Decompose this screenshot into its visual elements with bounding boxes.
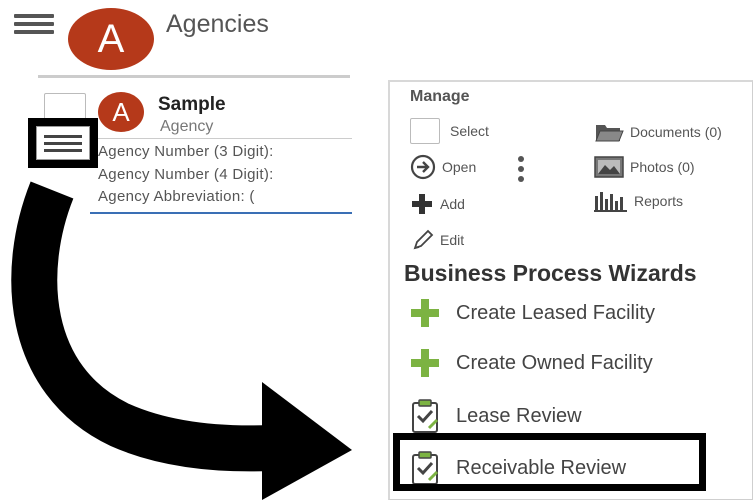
add-label: Add	[440, 196, 465, 212]
manage-heading: Manage	[410, 88, 470, 105]
photo-icon	[594, 156, 624, 178]
wizard-label: Create Leased Facility	[456, 301, 655, 324]
wizard-create-owned-facility[interactable]: Create Owned Facility	[410, 348, 653, 378]
wizards-heading: Business Process Wizards	[404, 260, 697, 286]
avatar: A	[68, 8, 154, 70]
arrow-circle-right-icon	[410, 154, 436, 180]
open-label: Open	[442, 159, 477, 175]
select-action[interactable]: Select	[410, 118, 489, 144]
reports-action[interactable]: Reports	[594, 190, 683, 212]
photos-label: Photos (0)	[630, 159, 695, 175]
photos-action[interactable]: Photos (0)	[594, 156, 695, 178]
avatar-letter: A	[97, 16, 125, 61]
divider	[38, 75, 350, 78]
more-options-icon[interactable]	[517, 156, 525, 182]
reports-label: Reports	[634, 193, 684, 209]
wizard-label: Create Owned Facility	[456, 351, 653, 374]
agency-type: Agency	[160, 118, 214, 135]
plus-icon	[410, 298, 448, 328]
folder-open-icon	[594, 120, 624, 144]
row-divider	[96, 138, 352, 139]
documents-action[interactable]: Documents (0)	[594, 120, 722, 144]
wizard-create-leased-facility[interactable]: Create Leased Facility	[410, 298, 655, 328]
highlight-box	[393, 433, 706, 491]
agency-avatar-letter: A	[112, 96, 130, 127]
pointer-arrow-icon	[11, 181, 352, 500]
documents-label: Documents (0)	[630, 124, 722, 140]
select-checkbox[interactable]	[410, 118, 440, 144]
agency-avatar: A	[98, 92, 144, 132]
add-plus-icon	[410, 192, 434, 216]
page-title: Agencies	[166, 10, 269, 38]
agency-name[interactable]: Sample	[158, 94, 226, 116]
add-action[interactable]: Add	[410, 192, 465, 216]
edit-action[interactable]: Edit	[412, 229, 464, 251]
wizard-label: Lease Review	[456, 404, 582, 427]
bar-chart-icon	[594, 190, 628, 212]
open-action[interactable]: Open	[410, 154, 476, 180]
clipboard-check-icon	[410, 398, 448, 434]
plus-icon	[410, 348, 448, 378]
edit-label: Edit	[440, 232, 465, 248]
wizard-lease-review[interactable]: Lease Review	[410, 398, 582, 434]
pencil-icon	[412, 229, 434, 251]
main-menu-icon[interactable]	[14, 14, 54, 36]
select-label: Select	[450, 123, 489, 139]
